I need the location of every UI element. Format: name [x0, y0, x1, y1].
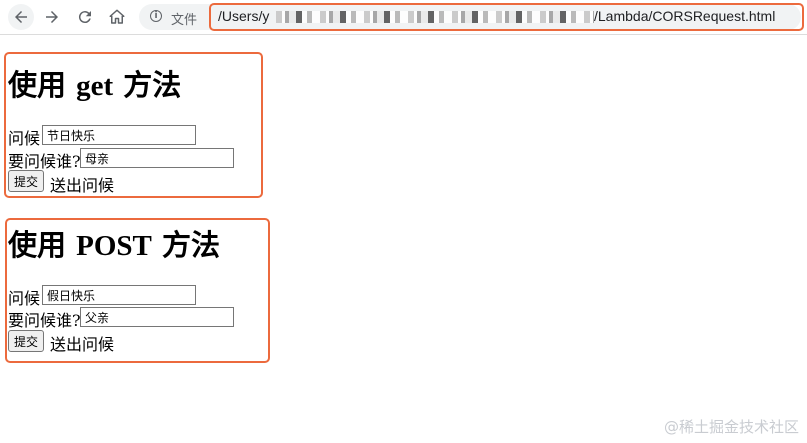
url-prefix[interactable]: /Users/y — [218, 8, 269, 24]
post-recipient-label: 要问候谁? — [8, 311, 81, 330]
get-recipient-input[interactable] — [80, 148, 234, 168]
url-suffix[interactable]: /Lambda/CORSRequest.html — [594, 8, 775, 24]
get-submit-caption: 送出问候 — [50, 176, 115, 195]
post-greeting-label: 问候 — [8, 289, 41, 308]
post-greeting-input[interactable] — [42, 285, 196, 305]
post-submit-caption: 送出问候 — [50, 335, 115, 354]
post-form-heading: 使用 POST 方法 — [8, 228, 220, 262]
reload-icon — [78, 11, 91, 24]
url-redacted-segment — [276, 11, 594, 23]
home-icon — [109, 9, 125, 24]
arrow-right-icon — [46, 11, 58, 23]
info-icon[interactable]: i — [150, 10, 162, 22]
get-recipient-label: 要问候谁? — [8, 152, 81, 171]
get-submit-button[interactable]: 提交 — [8, 170, 45, 192]
file-scheme-label: 文件 — [171, 13, 198, 28]
reload-button[interactable] — [72, 4, 98, 30]
get-greeting-input[interactable] — [42, 125, 196, 145]
forward-button[interactable] — [39, 4, 65, 30]
post-submit-button[interactable]: 提交 — [8, 330, 45, 352]
get-greeting-label: 问候 — [8, 129, 41, 148]
browser-toolbar: i 文件 /Users/y /Lambda/CORSRequest.html — [0, 0, 807, 35]
watermark: @稀土掘金技术社区 — [663, 418, 799, 436]
get-form-heading: 使用 get 方法 — [8, 68, 182, 102]
arrow-left-icon — [15, 11, 27, 23]
post-recipient-input[interactable] — [80, 307, 234, 327]
back-button[interactable] — [8, 4, 34, 30]
home-button[interactable] — [104, 4, 130, 30]
